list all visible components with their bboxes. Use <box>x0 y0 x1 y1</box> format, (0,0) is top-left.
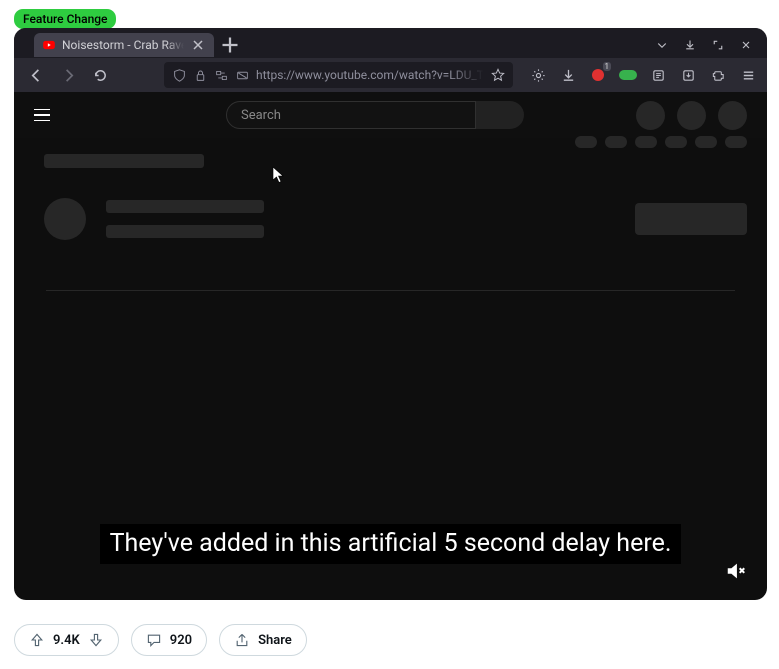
skeleton-chip <box>665 136 687 148</box>
upvote-icon[interactable] <box>29 632 45 648</box>
youtube-skeleton-content <box>14 138 767 240</box>
chevron-down-icon[interactable] <box>655 38 669 52</box>
permissions-icon[interactable] <box>214 68 228 82</box>
toggle-green-icon[interactable] <box>619 66 637 84</box>
comment-count: 920 <box>170 633 192 648</box>
skeleton-line <box>106 225 264 238</box>
mute-icon[interactable] <box>725 560 747 582</box>
url-field[interactable]: https://www.youtube.com/watch?v=LDU_Txk <box>164 62 513 88</box>
mouse-cursor-icon <box>272 166 284 184</box>
close-window-icon[interactable] <box>739 38 753 52</box>
skeleton-title <box>44 154 204 168</box>
header-skeleton-circle <box>636 101 665 130</box>
search-button[interactable] <box>476 101 524 129</box>
search-input[interactable]: Search <box>226 101 476 129</box>
skeleton-chip <box>695 136 717 148</box>
block-icon[interactable] <box>235 68 249 82</box>
skeleton-chip <box>635 136 657 148</box>
hamburger-icon[interactable] <box>34 109 54 122</box>
skeleton-avatar <box>44 198 86 240</box>
upvote-count: 9.4K <box>53 633 80 648</box>
back-icon[interactable] <box>24 63 48 87</box>
browser-tab[interactable]: Noisestorm - Crab Rave [ <box>34 33 214 57</box>
header-skeleton-circle <box>718 101 747 130</box>
skeleton-chip <box>575 136 597 148</box>
maximize-icon[interactable] <box>711 38 725 52</box>
menu-icon[interactable] <box>739 66 757 84</box>
reader-icon[interactable] <box>649 66 667 84</box>
skeleton-chip <box>605 136 627 148</box>
download-arrow-icon[interactable] <box>683 38 697 52</box>
video-screenshot[interactable]: Noisestorm - Crab Rave [ <box>14 28 767 600</box>
comments-pill[interactable]: 920 <box>131 624 207 656</box>
youtube-header: Search <box>14 92 767 138</box>
download-icon[interactable] <box>559 66 577 84</box>
lock-icon[interactable] <box>193 68 207 82</box>
video-caption: They've added in this artificial 5 secon… <box>100 524 682 565</box>
notification-red-icon[interactable]: 1 <box>589 66 607 84</box>
share-label: Share <box>258 633 292 648</box>
post-actions: 9.4K 920 Share <box>14 624 307 656</box>
new-tab-button[interactable] <box>218 33 242 57</box>
skeleton-line <box>106 200 264 213</box>
downvote-icon[interactable] <box>88 632 104 648</box>
gear-icon[interactable] <box>529 66 547 84</box>
reload-icon[interactable] <box>88 63 112 87</box>
skeleton-subscribe-button <box>635 203 747 235</box>
header-skeleton-circle <box>677 101 706 130</box>
close-tab-icon[interactable] <box>190 37 206 53</box>
forward-icon <box>56 63 80 87</box>
feature-change-badge: Feature Change <box>14 9 116 29</box>
tab-title: Noisestorm - Crab Rave [ <box>62 38 184 52</box>
bookmark-star-icon[interactable] <box>491 68 505 82</box>
browser-tab-bar: Noisestorm - Crab Rave [ <box>14 28 767 58</box>
shield-icon[interactable] <box>172 68 186 82</box>
url-text: https://www.youtube.com/watch?v=LDU_Txk <box>256 68 484 82</box>
extensions-icon[interactable] <box>709 66 727 84</box>
save-page-icon[interactable] <box>679 66 697 84</box>
divider <box>46 290 735 291</box>
comment-icon <box>146 632 162 648</box>
upvote-pill: 9.4K <box>14 624 119 656</box>
skeleton-chip <box>725 136 747 148</box>
share-pill[interactable]: Share <box>219 624 307 656</box>
youtube-favicon-icon <box>42 38 56 52</box>
share-icon <box>234 632 250 648</box>
browser-url-bar: https://www.youtube.com/watch?v=LDU_Txk … <box>14 58 767 92</box>
